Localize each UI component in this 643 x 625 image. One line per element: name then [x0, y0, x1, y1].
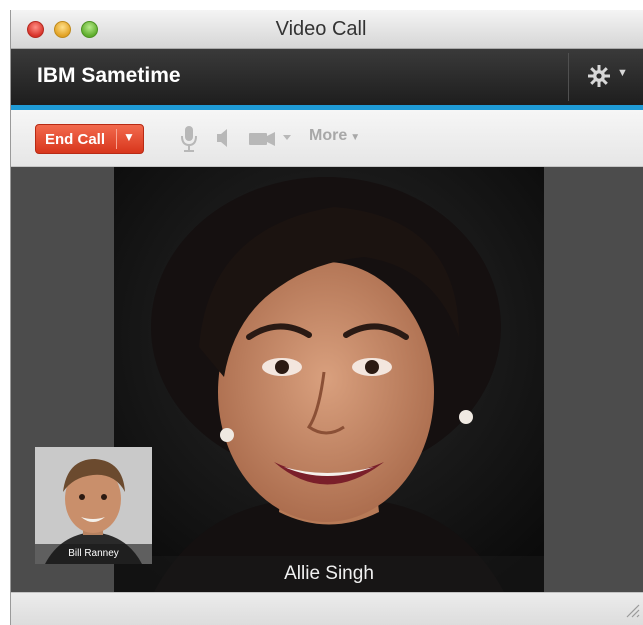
speaker-button[interactable] [214, 124, 234, 152]
video-camera-icon [247, 132, 297, 156]
remote-participant-portrait [114, 167, 544, 592]
settings-menu-button[interactable]: ▼ [583, 61, 639, 91]
close-window-button[interactable] [27, 21, 44, 38]
more-menu-button[interactable]: More ▼ [309, 127, 360, 145]
microphone-icon [179, 126, 199, 158]
chevron-down-icon[interactable]: ▼ [123, 130, 135, 144]
local-name-bar: Bill Ranney [35, 544, 152, 564]
status-bar [11, 592, 643, 625]
remote-video-feed[interactable]: Allie Singh [114, 167, 544, 592]
app-header: IBM Sametime ▼ [11, 49, 643, 105]
microphone-button[interactable] [179, 124, 199, 152]
remote-participant-name: Allie Singh [284, 563, 374, 584]
minimize-window-button[interactable] [54, 21, 71, 38]
speaker-icon [214, 129, 234, 156]
more-label: More [309, 127, 348, 144]
end-call-button[interactable]: End Call ▼ [35, 124, 144, 154]
local-video-preview[interactable]: Bill Ranney [35, 447, 152, 564]
window-title: Video Call [275, 18, 367, 40]
remote-name-bar: Allie Singh [114, 556, 544, 592]
local-participant-name: Bill Ranney [68, 548, 119, 559]
camera-button[interactable] [247, 124, 297, 152]
header-divider [568, 53, 569, 101]
end-call-label: End Call [45, 131, 106, 148]
video-area: Allie Singh Bill Ranney [11, 167, 643, 592]
zoom-window-button[interactable] [81, 21, 98, 38]
app-name: IBM Sametime [37, 64, 181, 87]
title-bar[interactable]: Video Call [11, 10, 643, 49]
video-call-window: Video Call IBM Sametime ▼ End Call ▼ Mor… [10, 10, 643, 625]
chevron-down-icon: ▼ [617, 67, 628, 79]
end-call-divider [116, 129, 117, 149]
call-toolbar: End Call ▼ More ▼ [11, 110, 643, 167]
chevron-down-icon: ▼ [350, 132, 361, 143]
resize-grip-icon[interactable] [624, 602, 640, 623]
